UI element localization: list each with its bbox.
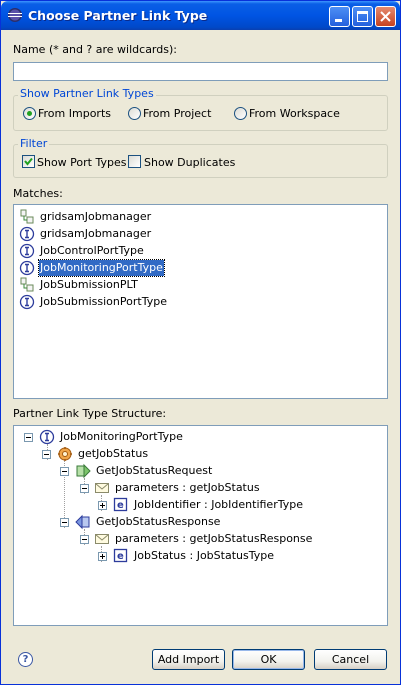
collapse-toggle[interactable]	[60, 518, 69, 527]
maximize-icon	[357, 11, 368, 22]
from-imports-label[interactable]: From Imports	[38, 107, 111, 120]
matches-label: Matches:	[13, 187, 63, 200]
close-icon	[380, 11, 391, 22]
svg-text:e: e	[117, 551, 124, 562]
name-filter-input[interactable]	[13, 62, 388, 81]
collapse-toggle[interactable]	[24, 433, 33, 442]
partner-link-type-icon	[20, 277, 34, 292]
name-field-label: Name (* and ? are wildcards):	[13, 43, 177, 56]
maximize-button[interactable]	[352, 6, 373, 27]
expand-toggle[interactable]	[98, 501, 107, 510]
help-icon[interactable]: ?	[18, 652, 33, 667]
cancel-button[interactable]: Cancel	[314, 649, 387, 670]
close-button[interactable]	[375, 6, 396, 27]
structure-label: Partner Link Type Structure:	[13, 407, 167, 420]
from-imports-radio[interactable]	[23, 107, 36, 120]
message-part-icon	[95, 483, 109, 493]
matches-list[interactable]: gridsamJobmanager gridsamJobmanager JobC…	[13, 204, 388, 399]
port-type-icon	[39, 429, 55, 445]
tree-node-label: GetJobStatusResponse	[96, 515, 221, 528]
eclipse-icon	[8, 8, 22, 22]
tree-node-label: JobIdentifier : JobIdentifierType	[134, 498, 303, 511]
show-group-title: Show Partner Link Types	[18, 87, 156, 100]
input-message-icon	[76, 463, 91, 479]
port-type-icon	[19, 260, 35, 276]
collapse-toggle[interactable]	[80, 484, 89, 493]
element-icon: e	[113, 548, 128, 563]
from-project-label[interactable]: From Project	[143, 107, 211, 120]
svg-text:e: e	[117, 500, 124, 511]
from-project-radio[interactable]	[128, 107, 141, 120]
element-icon: e	[113, 497, 128, 512]
list-item-label: gridsamJobmanager	[40, 227, 152, 240]
tree-node-label: parameters : getJobStatusResponse	[115, 532, 313, 545]
port-type-icon	[19, 226, 35, 242]
show-duplicates-label[interactable]: Show Duplicates	[144, 156, 235, 169]
checkmark-icon	[24, 157, 33, 166]
list-item-label: JobMonitoringPortType	[38, 259, 165, 277]
list-item-label: JobSubmissionPortType	[40, 295, 167, 308]
from-workspace-radio[interactable]	[234, 107, 247, 120]
list-item-label: gridsamJobmanager	[40, 210, 152, 223]
message-part-icon	[95, 534, 109, 544]
port-type-icon	[19, 243, 35, 259]
show-port-types-label[interactable]: Show Port Types	[37, 156, 126, 169]
add-import-button[interactable]: Add Import	[152, 649, 225, 670]
port-type-icon	[19, 294, 35, 310]
choose-partner-link-type-dialog: Choose Partner Link Type Name (* and ? a…	[0, 0, 401, 685]
radio-selected-dot	[27, 111, 32, 116]
tree-node-label: getJobStatus	[78, 447, 149, 460]
tree-node-label: JobStatus : JobStatusType	[134, 549, 274, 562]
operation-icon	[58, 447, 72, 461]
list-item-label: JobSubmissionPLT	[40, 278, 138, 291]
output-message-icon	[75, 514, 90, 530]
filter-group-title: Filter	[18, 137, 50, 150]
tree-node-label: parameters : getJobStatus	[115, 481, 260, 494]
window-title: Choose Partner Link Type	[28, 8, 208, 23]
tree-node-label: JobMonitoringPortType	[60, 430, 183, 443]
structure-tree[interactable]: JobMonitoringPortType getJobStatus GetJo…	[13, 425, 388, 626]
minimize-icon	[335, 19, 342, 22]
collapse-toggle[interactable]	[42, 450, 51, 459]
expand-toggle[interactable]	[98, 552, 107, 561]
minimize-button[interactable]	[329, 6, 350, 27]
collapse-toggle[interactable]	[60, 467, 69, 476]
show-duplicates-checkbox[interactable]	[128, 155, 141, 168]
list-item-label: JobControlPortType	[40, 244, 144, 257]
from-workspace-label[interactable]: From Workspace	[249, 107, 340, 120]
collapse-toggle[interactable]	[80, 535, 89, 544]
partner-link-type-icon	[20, 209, 34, 224]
ok-button[interactable]: OK	[232, 649, 305, 670]
tree-node-label: GetJobStatusRequest	[96, 464, 213, 477]
title-bar[interactable]: Choose Partner Link Type	[1, 1, 400, 30]
show-port-types-checkbox[interactable]	[22, 155, 35, 168]
